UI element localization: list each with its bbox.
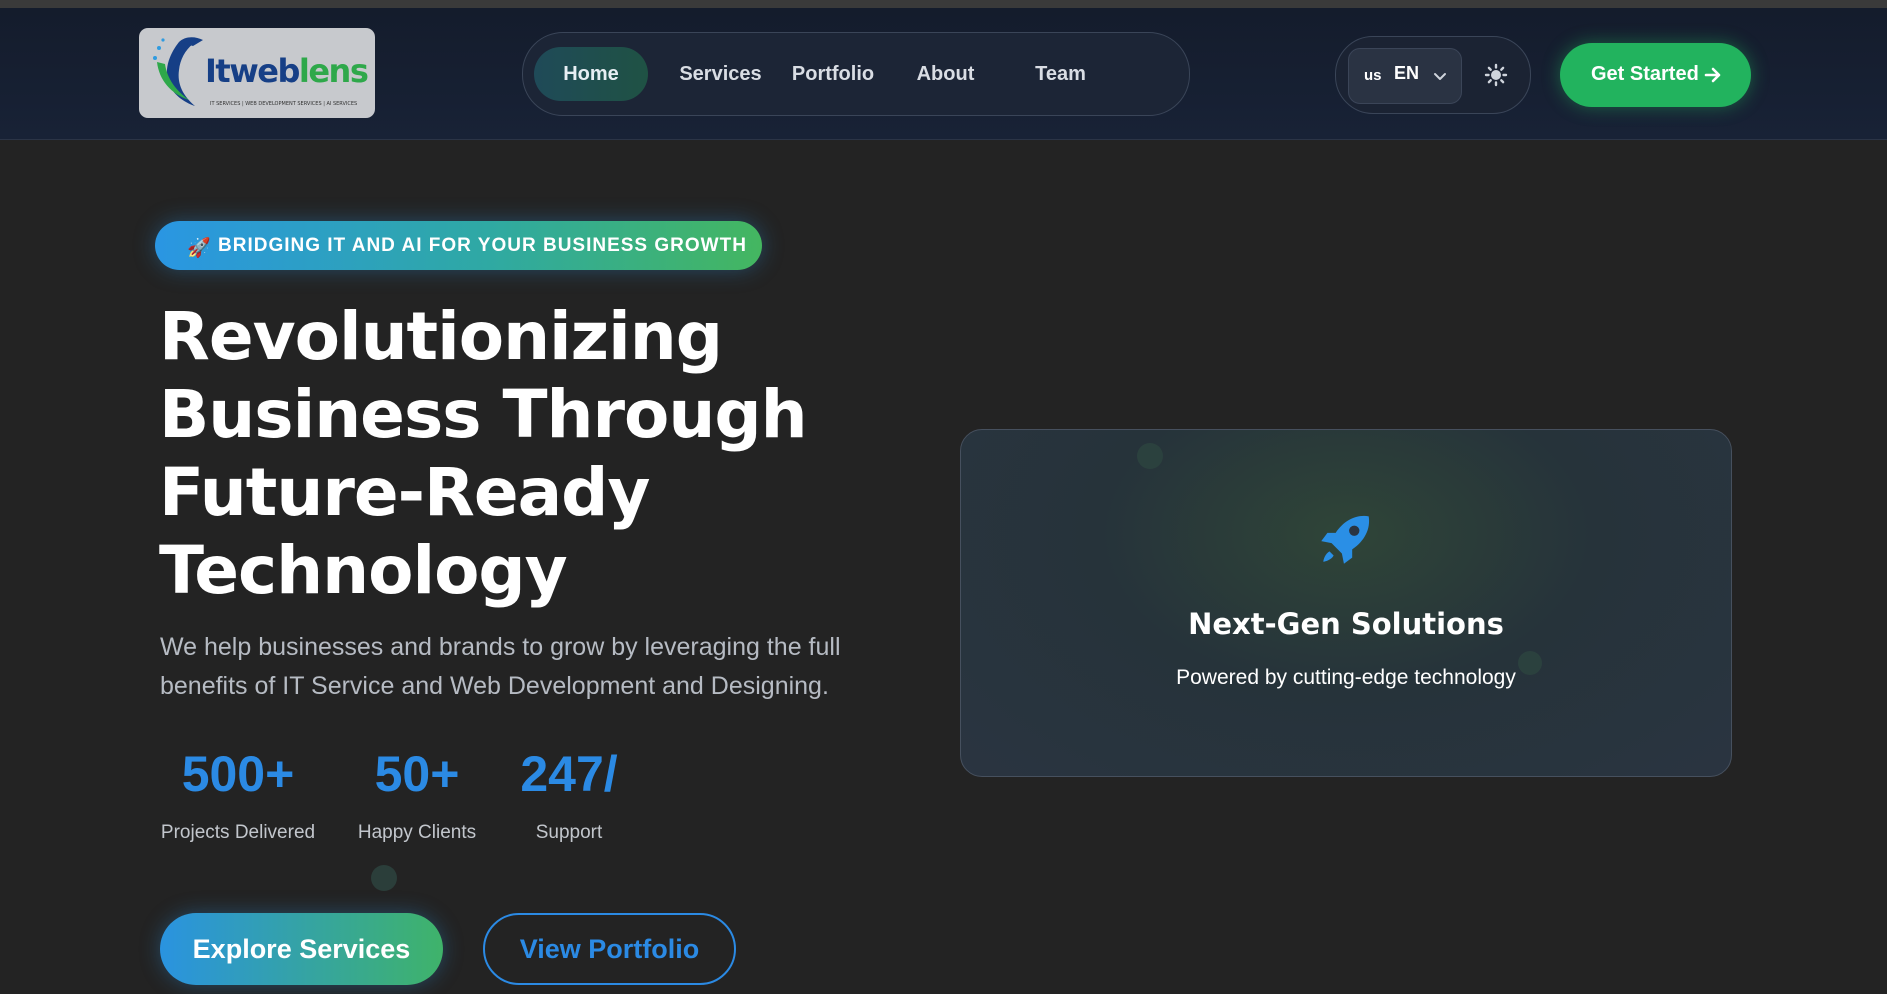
language-code: EN [1394, 63, 1420, 83]
brand-wordmark: Itweblens [205, 52, 369, 90]
sun-icon[interactable] [1484, 63, 1508, 87]
hero-badge-text: BRIDGING IT AND AI FOR YOUR BUSINESS GRO… [218, 235, 747, 256]
stat-clients: 50+ Happy Clients [355, 744, 479, 844]
stat-label: Support [535, 822, 603, 843]
flag-label: us [1364, 67, 1382, 84]
hero-title-line-2: Business Through [159, 376, 808, 453]
rocket-emoji-icon: 🚀 [187, 238, 212, 259]
decorative-dot [1137, 443, 1163, 469]
header-controls: us EN [1335, 36, 1531, 114]
explore-services-button[interactable]: Explore Services [160, 913, 443, 985]
hero-subtitle: We help businesses and brands to grow by… [160, 633, 841, 700]
feature-card: Next-Gen Solutions Powered by cutting-ed… [960, 429, 1732, 777]
nav-item-team[interactable]: Team [1013, 47, 1108, 101]
nav-item-home[interactable]: Home [534, 47, 648, 101]
stat-value: 500+ [181, 746, 295, 802]
rocket-icon [1321, 515, 1370, 564]
browser-top-edge [0, 0, 1887, 8]
hero-title-line-4: Technology [159, 532, 568, 609]
stat-label: Happy Clients [357, 822, 477, 843]
feature-card-subtitle: Powered by cutting-edge technology [1176, 666, 1516, 689]
view-portfolio-button[interactable]: View Portfolio [483, 913, 736, 985]
nav-item-portfolio[interactable]: Portfolio [778, 47, 888, 101]
stat-label: Projects Delivered [160, 822, 316, 843]
get-started-label: Get Started [1591, 63, 1699, 85]
hero-title: Revolutionizing Business Through Future-… [159, 298, 859, 610]
stat-projects: 500+ Projects Delivered [160, 744, 316, 844]
brand-logo[interactable]: Itweblens IT SERVICES | WEB DEVELOPMENT … [139, 28, 375, 118]
nav-item-services[interactable]: Services [668, 47, 773, 101]
nav-item-about[interactable]: About [898, 47, 993, 101]
stat-support: 247/ Support [509, 744, 629, 844]
get-started-button[interactable]: Get Started [1560, 43, 1751, 107]
decorative-dot [371, 865, 397, 891]
stat-value: 50+ [374, 746, 460, 802]
bird-logo-icon [153, 37, 203, 106]
feature-card-title: Next-Gen Solutions [1188, 607, 1504, 641]
hero-badge: 🚀 BRIDGING IT AND AI FOR YOUR BUSINESS G… [155, 221, 762, 270]
arrow-right-icon [1704, 67, 1721, 83]
main-nav: Home Services Portfolio About Team [522, 32, 1190, 116]
chevron-down-icon [1434, 73, 1446, 80]
hero-title-line-1: Revolutionizing [159, 298, 723, 375]
language-select[interactable]: us EN [1348, 48, 1462, 104]
stat-value: 247/ [520, 746, 618, 802]
hero-title-line-3: Future-Ready [159, 454, 650, 531]
brand-tagline: IT SERVICES | WEB DEVELOPMENT SERVICES |… [210, 101, 358, 107]
site-header: Itweblens IT SERVICES | WEB DEVELOPMENT … [0, 8, 1887, 140]
